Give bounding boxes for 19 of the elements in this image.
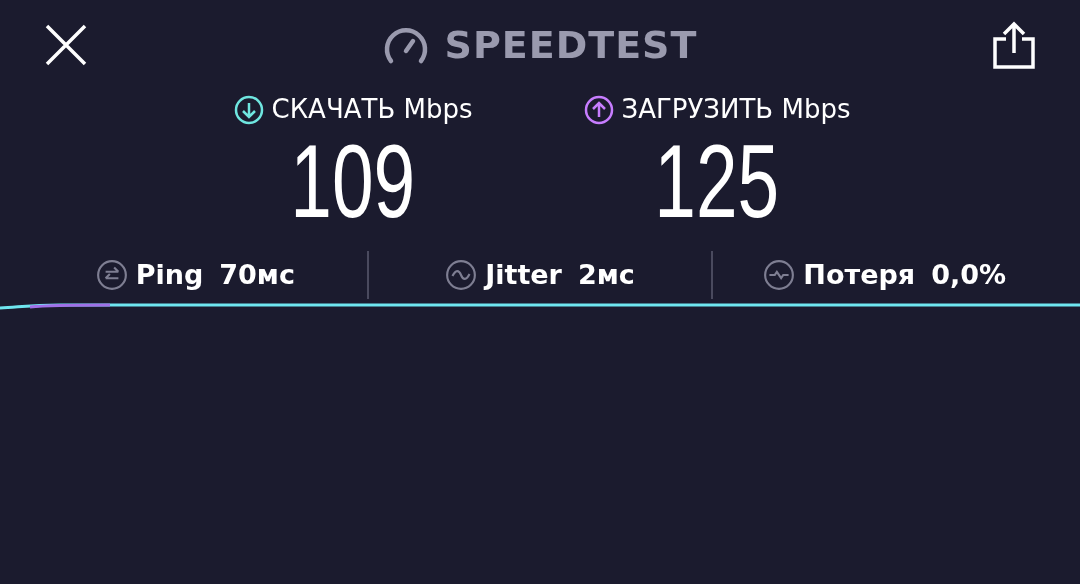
stat-value: 2мс: [577, 257, 635, 292]
metric-value: 109: [290, 129, 416, 233]
gauge-icon: [382, 25, 429, 65]
metric-label: СКАЧАТЬ Mbps: [271, 93, 473, 126]
metric-value: 125: [654, 129, 780, 233]
upload-icon: [583, 94, 614, 125]
stat-value: 70мс: [219, 257, 295, 292]
ping-icon: [95, 259, 128, 291]
close-icon[interactable]: [44, 23, 88, 67]
stat-value: 0,0%: [931, 257, 1006, 292]
metric-label: ЗАГРУЗИТЬ Mbps: [621, 93, 851, 126]
share-icon[interactable]: [992, 21, 1036, 69]
app-title: SPEEDTEST: [444, 21, 698, 69]
stat-label: Потеря: [803, 257, 916, 292]
stat-label: Jitter: [485, 257, 562, 292]
loss-icon: [763, 259, 796, 291]
download-icon: [233, 94, 264, 125]
stat-label: Ping: [135, 257, 204, 292]
jitter-icon: [445, 259, 478, 291]
